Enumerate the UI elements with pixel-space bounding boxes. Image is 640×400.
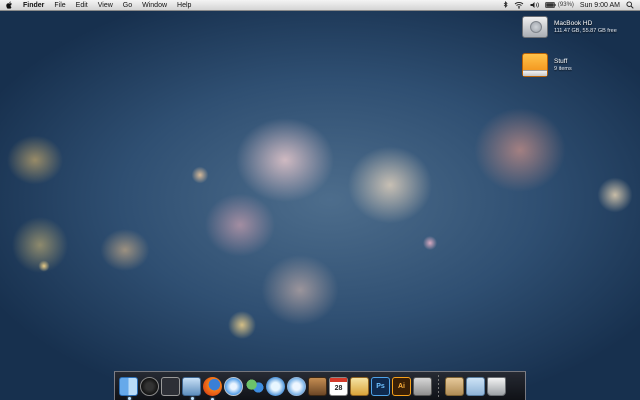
dock-sketch[interactable] bbox=[350, 376, 369, 396]
dock-preview[interactable] bbox=[182, 376, 201, 400]
dock-expose[interactable] bbox=[161, 376, 180, 396]
desktop-item-name: MacBook HD bbox=[554, 20, 593, 27]
menu-window[interactable]: Window bbox=[137, 0, 172, 11]
dock-ichat[interactable] bbox=[245, 376, 264, 396]
dock-photoshop[interactable]: Ps bbox=[371, 376, 390, 396]
dock-iphoto[interactable] bbox=[308, 376, 327, 396]
menu-file[interactable]: File bbox=[49, 0, 70, 11]
dock: 28 Ps Ai bbox=[114, 371, 526, 400]
dock-applications-stack[interactable] bbox=[445, 376, 464, 396]
clock[interactable]: Sun 9:00 AM bbox=[580, 2, 620, 9]
desktop-item-name: Stuff bbox=[554, 58, 568, 65]
spotlight-search-icon[interactable] bbox=[626, 1, 634, 9]
apple-icon bbox=[5, 1, 12, 9]
dock-documents-stack[interactable] bbox=[466, 376, 485, 396]
desktop-item-info: 9 items bbox=[554, 66, 572, 72]
hard-drive-icon bbox=[522, 16, 548, 38]
dock-facetime[interactable] bbox=[266, 376, 285, 396]
dock-separator bbox=[438, 375, 439, 397]
dock-itunes[interactable] bbox=[287, 376, 306, 396]
dock-dashboard[interactable] bbox=[140, 376, 159, 396]
desktop-item-info: 111.47 GB, 55.87 GB free bbox=[554, 28, 617, 34]
menu-help[interactable]: Help bbox=[172, 0, 196, 11]
dock-system-preferences[interactable] bbox=[413, 376, 432, 396]
dock-illustrator[interactable]: Ai bbox=[392, 376, 411, 396]
dock-safari[interactable] bbox=[224, 376, 243, 396]
running-indicator bbox=[128, 396, 131, 400]
battery-status[interactable]: (93%) bbox=[545, 2, 574, 8]
battery-icon bbox=[545, 2, 556, 8]
dock-firefox[interactable] bbox=[203, 376, 222, 400]
apple-menu[interactable] bbox=[0, 1, 18, 9]
dock-ical[interactable]: 28 bbox=[329, 376, 348, 396]
menu-bar: Finder File Edit View Go Window Help (93… bbox=[0, 0, 640, 11]
bluetooth-icon[interactable] bbox=[503, 1, 508, 9]
battery-percentage: (93%) bbox=[557, 2, 574, 8]
volume-icon[interactable] bbox=[530, 1, 539, 9]
illustrator-icon: Ai bbox=[398, 382, 405, 390]
ical-icon: 28 bbox=[334, 384, 343, 392]
dock-finder[interactable] bbox=[119, 376, 138, 400]
menu-view[interactable]: View bbox=[93, 0, 118, 11]
menu-edit[interactable]: Edit bbox=[71, 0, 93, 11]
desktop-item-stuff[interactable]: Stuff 9 items bbox=[522, 53, 572, 77]
photoshop-icon: Ps bbox=[376, 382, 385, 390]
dock-trash[interactable] bbox=[487, 376, 506, 396]
menu-go[interactable]: Go bbox=[118, 0, 137, 11]
wifi-icon[interactable] bbox=[514, 1, 524, 9]
external-drive-icon bbox=[522, 53, 548, 77]
desktop-item-macbook-hd[interactable]: MacBook HD 111.47 GB, 55.87 GB free bbox=[522, 16, 617, 38]
running-indicator bbox=[191, 396, 194, 400]
menu-finder[interactable]: Finder bbox=[18, 0, 49, 11]
